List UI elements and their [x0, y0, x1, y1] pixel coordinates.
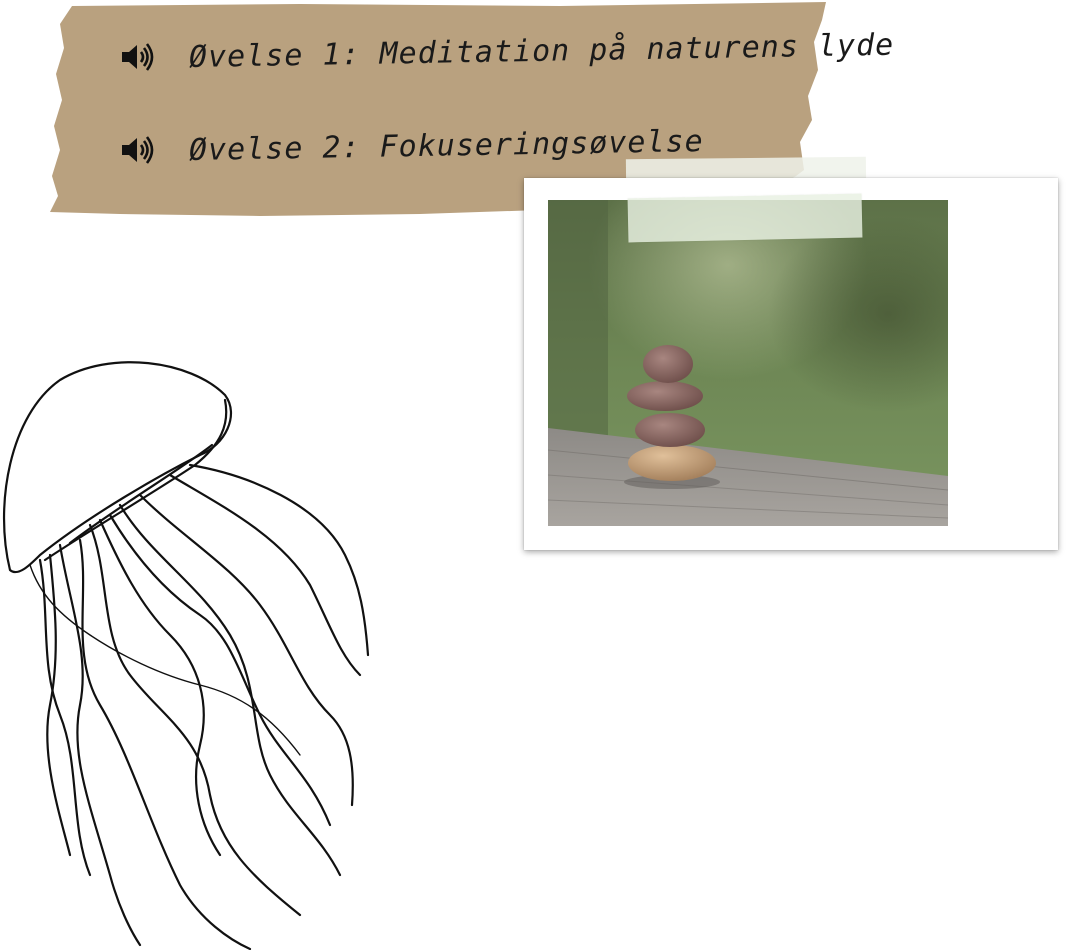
exercise-2-audio-link[interactable]: Øvelse 2: Fokuseringsøvelse: [118, 124, 704, 169]
speaker-icon[interactable]: [118, 131, 156, 169]
photo-tape-strip: [627, 193, 863, 243]
speaker-icon[interactable]: [118, 38, 156, 76]
stacked-stones-image: [548, 200, 948, 526]
exercise-2-label[interactable]: Øvelse 2: Fokuseringsøvelse: [189, 124, 704, 168]
jellyfish-icon: [0, 355, 380, 950]
exercise-1-audio-link[interactable]: Øvelse 1: Meditation på naturens lyde: [118, 27, 894, 76]
